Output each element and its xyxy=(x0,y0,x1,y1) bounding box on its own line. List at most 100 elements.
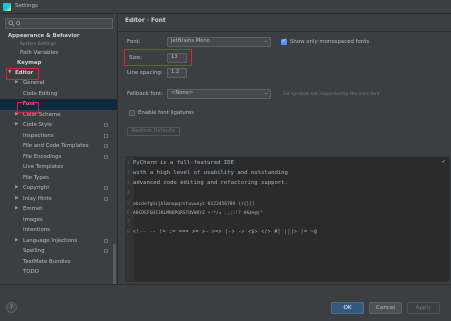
highlight-box-editor xyxy=(6,68,39,80)
tree-item-label: Live Templates xyxy=(23,164,64,170)
tree-item-label: File Types xyxy=(23,174,49,181)
tree-item-label: System Settings xyxy=(20,42,56,47)
tree-item-label: Intentions xyxy=(23,227,50,233)
preview-line-text: abcdefghijklmnopqrstuvwxyz 0123456789 ()… xyxy=(133,202,255,207)
tree-item-code-editing[interactable]: Code Editing xyxy=(0,89,117,100)
project-scope-icon xyxy=(104,123,108,127)
highlight-box-size xyxy=(124,49,192,66)
tree-item-label: File Encodings xyxy=(23,153,62,160)
chevron-right-icon: ▶ xyxy=(15,185,19,190)
tree-item-inspections[interactable]: Inspections xyxy=(0,131,117,142)
project-scope-icon xyxy=(104,186,108,190)
preview-line-text: PyCharm is a full-featured IDE xyxy=(133,160,235,166)
line-number: 7 xyxy=(127,219,130,224)
font-label: Font: xyxy=(127,39,141,45)
tree-item-textmate-bundles[interactable]: TextMate Bundles xyxy=(0,257,117,268)
window-title: Settings xyxy=(15,3,38,9)
preview-line-text: with a high level of usability and outst… xyxy=(133,170,288,176)
fallback-font-label: Fallback font: xyxy=(127,91,163,97)
project-scope-icon xyxy=(104,249,108,253)
fallback-font-hint: For symbols not supported by the main fo… xyxy=(283,92,380,97)
fallback-font-select[interactable]: <None> ⌄ xyxy=(167,89,271,99)
preview-line: 5 abcdefghijklmnopqrstuvwxyz 0123456789 (… xyxy=(127,201,255,207)
tree-item-intentions[interactable]: Intentions xyxy=(0,225,117,236)
tree-item-path-variables[interactable]: Path Variables xyxy=(0,48,117,59)
sidebar-scrollbar[interactable] xyxy=(113,244,116,284)
font-preview-editor[interactable]: 1 PyCharm is a full-featured IDE 2 with a … xyxy=(125,156,450,282)
tree-item-label: Emmet xyxy=(23,206,43,212)
tree-item-label: Images xyxy=(23,216,43,223)
preview-line-text: advanced code editing and refactoring su… xyxy=(133,180,288,186)
tree-item-emmet[interactable]: ▶ Emmet xyxy=(0,204,117,215)
search-input[interactable] xyxy=(16,19,110,28)
tree-item-label: Path Variables xyxy=(20,50,59,56)
tree-item-file-encodings[interactable]: File Encodings xyxy=(0,152,117,163)
font-select-value: JetBrains Mono xyxy=(171,38,210,44)
tree-item-code-style[interactable]: ▶ Code Style xyxy=(0,120,117,131)
tree-item-label: Code Style xyxy=(23,122,53,128)
font-select[interactable]: JetBrains Mono ⌄ xyxy=(167,37,271,47)
checkmark-icon: ✔ xyxy=(441,159,446,165)
chevron-down-icon: ⌄ xyxy=(263,90,268,96)
tree-item-label: Copyright xyxy=(23,185,50,191)
tree-item-file-code-templates[interactable]: File and Code Templates xyxy=(0,141,117,152)
tree-item-label: TODO xyxy=(23,269,39,275)
tree-item-label: Inlay Hints xyxy=(23,195,52,202)
project-scope-icon xyxy=(104,154,108,159)
tree-item-label: Appearance & Behavior xyxy=(8,33,80,39)
tree-item-label: Code Editing xyxy=(23,90,58,97)
project-scope-icon xyxy=(104,196,108,201)
tree-item-language-injections[interactable]: ▶ Language Injections xyxy=(0,236,117,247)
tree-item-keymap[interactable]: Keymap xyxy=(0,59,117,68)
tree-item-inlay-hints[interactable]: ▶ Inlay Hints xyxy=(0,194,117,205)
line-number: 4 xyxy=(127,190,130,195)
project-scope-icon xyxy=(104,144,108,148)
preview-line: 6 ABCDEFGHIJKLMNOPQRSTUVWXYZ +-*/= .,;:!?… xyxy=(127,210,263,216)
tree-item-live-templates[interactable]: Live Templates xyxy=(0,162,117,173)
apply-button[interactable]: Apply xyxy=(407,302,440,314)
title-bar: Settings xyxy=(0,0,451,14)
tree-item-label: Inspections xyxy=(23,132,54,139)
line-spacing-label: Line spacing: xyxy=(127,70,163,76)
breadcrumb: Editor › Font xyxy=(125,18,166,24)
ligatures-label: Enable font ligatures xyxy=(138,110,194,116)
chevron-down-icon: ⌄ xyxy=(263,38,268,44)
preview-line-text: <!-- -- != := === >= >- >=> |-> -> <$> <… xyxy=(133,230,318,235)
help-button[interactable]: ? xyxy=(6,302,17,313)
tree-item-appearance[interactable]: Appearance & Behavior xyxy=(0,32,117,41)
preview-line-text: ABCDEFGHIJKLMNOPQRSTUVWXYZ +-*/= .,;:!? … xyxy=(133,211,263,216)
tree-item-copyright[interactable]: ▶ Copyright xyxy=(0,183,117,194)
highlight-box-font xyxy=(17,102,39,113)
line-spacing-input-value: 1.2 xyxy=(171,69,180,75)
preview-line: 3 advanced code editing and refactoring s… xyxy=(127,180,288,186)
tree-item-label: Language Injections xyxy=(23,237,78,244)
preview-line: 7 xyxy=(127,219,133,225)
search-box[interactable] xyxy=(5,18,113,29)
tree-item-label: Keymap xyxy=(17,59,42,66)
chevron-right-icon: ▶ xyxy=(15,206,19,211)
ligatures-checkbox[interactable] xyxy=(129,110,135,116)
settings-content: Editor›Font Font: JetBrains Mono ⌄ Show … xyxy=(119,14,451,284)
project-scope-icon xyxy=(104,238,108,243)
preview-line: 2 with a high level of usability and outs… xyxy=(127,170,288,176)
tree-item-spelling[interactable]: Spelling xyxy=(0,246,117,257)
chevron-right-icon: ▶ xyxy=(15,122,19,127)
breadcrumb-current: Font xyxy=(151,18,166,24)
ok-button[interactable]: OK xyxy=(331,302,364,314)
restore-defaults-button[interactable]: Restore Defaults xyxy=(127,127,180,136)
chevron-right-icon: ▶ xyxy=(15,237,19,243)
preview-line: 4 xyxy=(127,190,133,196)
line-spacing-input[interactable]: 1.2 xyxy=(167,68,187,78)
search-icon xyxy=(8,20,15,27)
breadcrumb-parent: Editor xyxy=(125,18,145,24)
tree-item-todo[interactable]: TODO xyxy=(0,267,117,278)
tree-item-images[interactable]: Images xyxy=(0,215,117,226)
cancel-button[interactable]: Cancel xyxy=(369,302,402,314)
fallback-font-select-value: <None> xyxy=(171,90,194,96)
settings-sidebar: Appearance & Behavior System Settings Pa… xyxy=(0,14,118,284)
show-monospaced-checkbox[interactable] xyxy=(281,38,287,45)
dialog-footer: ? OK Cancel Apply xyxy=(0,284,451,321)
tree-item-file-types[interactable]: File Types xyxy=(0,173,117,184)
tree-item-system-settings[interactable]: System Settings xyxy=(0,41,117,48)
header-divider xyxy=(119,31,451,32)
